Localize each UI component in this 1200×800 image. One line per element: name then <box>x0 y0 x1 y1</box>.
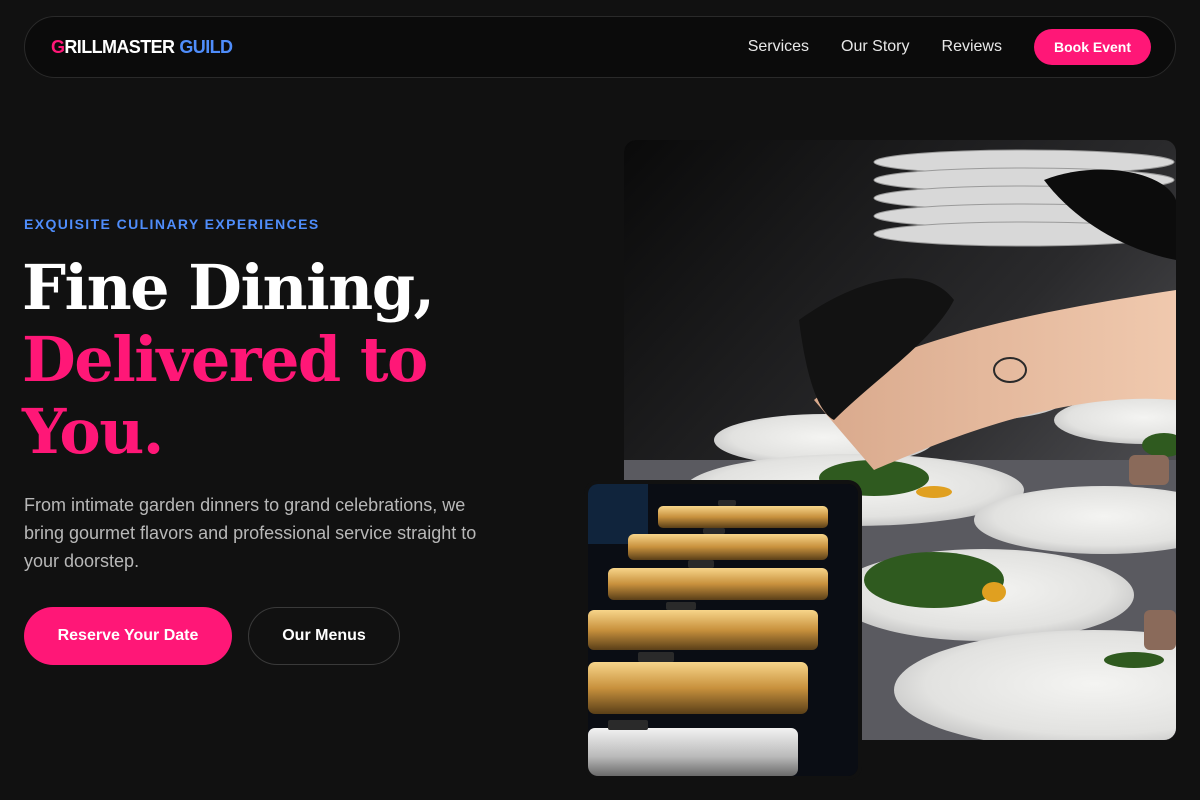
headline-line-2: Delivered to <box>22 323 428 396</box>
book-event-button[interactable]: Book Event <box>1033 29 1151 65</box>
logo-text: RILLMASTER <box>64 36 175 57</box>
brand-logo[interactable]: G RILLMASTER GUILD <box>51 36 233 58</box>
hero-eyebrow: EXQUISITE CULINARY EXPERIENCES <box>24 216 320 232</box>
headline-line-3: You. <box>22 395 164 468</box>
nav-links: Services Our Story Reviews Book Event <box>748 29 1151 65</box>
logo-letter: G <box>51 36 65 57</box>
hero-headline: Fine Dining, Delivered to You. <box>22 252 542 468</box>
top-nav: G RILLMASTER GUILD Services Our Story Re… <box>24 16 1176 78</box>
chafing-dishes-illustration <box>588 484 858 776</box>
hero-subtext: From intimate garden dinners to grand ce… <box>24 495 477 571</box>
reserve-date-button[interactable]: Reserve Your Date <box>24 607 232 665</box>
nav-link-our-story[interactable]: Our Story <box>841 38 909 56</box>
headline-line-1: Fine Dining, <box>22 251 435 324</box>
nav-link-services[interactable]: Services <box>748 38 809 56</box>
logo-accent: GUILD <box>179 36 233 57</box>
nav-link-reviews[interactable]: Reviews <box>942 38 1002 56</box>
chafing-dishes-image <box>588 484 858 776</box>
our-menus-button[interactable]: Our Menus <box>248 607 400 665</box>
